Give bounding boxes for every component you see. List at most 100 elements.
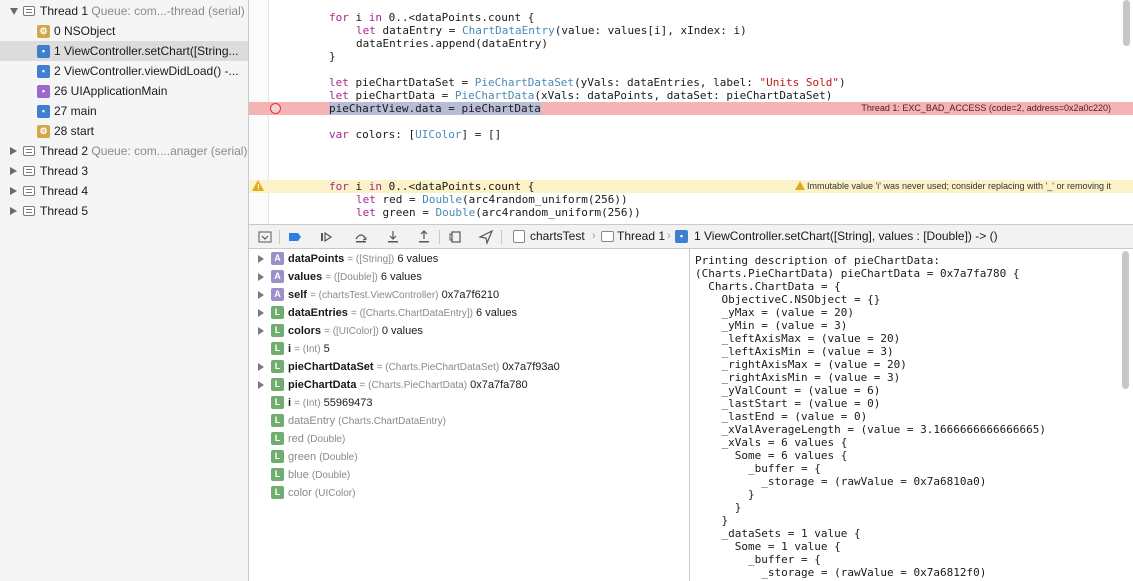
stack-frame-row[interactable]: ▪ 26 UIApplicationMain [0,81,248,101]
stack-frame-row[interactable]: ⚙ 0 NSObject [0,21,248,41]
thread-name: Thread 4 [40,184,89,198]
variable-row[interactable]: Lcolors = ([UIColor]) 0 values [249,322,689,340]
variable-row[interactable]: Li = (Int) 5 [249,340,689,358]
thread-row[interactable]: Thread 4 [0,181,248,201]
disclosure-open-icon[interactable] [10,8,18,15]
local-variable-icon: L [271,324,284,337]
error-line[interactable]: pieChartView.data = pieChartData Thread 1… [249,102,1133,115]
console-line: _lastStart = (value = 0) [695,397,881,410]
code-line[interactable] [249,141,1133,154]
step-over-icon[interactable] [353,229,369,245]
variable-row[interactable]: Lred (Double) [249,430,689,448]
breadcrumb-separator-icon: › [667,230,671,242]
variable-name: self [288,289,307,301]
disclosure-closed-icon[interactable] [258,291,264,299]
variable-row[interactable]: AdataPoints = ([String]) 6 values [249,250,689,268]
error-indicator-icon[interactable] [270,103,281,114]
variable-row[interactable]: Li = (Int) 55969473 [249,394,689,412]
thread-label: Thread 3 [40,161,88,181]
disclosure-closed-icon[interactable] [258,381,264,389]
code-line[interactable]: let dataEntry = ChartDataEntry(value: va… [249,24,1133,37]
console-line: _dataSets = 1 value { [695,527,861,540]
code-line[interactable] [249,154,1133,167]
warning-line[interactable]: for i in 0..<dataPoints.count {Immutable… [249,180,1133,194]
variable-row[interactable]: LpieChartData = (Charts.PieChartData) 0x… [249,376,689,394]
code-token: Double [435,206,476,219]
hide-debug-area-icon[interactable] [257,229,273,245]
code-token: let [329,76,349,89]
variable-value: 6 values [397,253,439,265]
code-line[interactable]: var colors: [UIColor] = [] [249,128,1133,141]
step-into-icon[interactable] [385,229,401,245]
disclosure-closed-icon[interactable] [10,207,17,215]
variable-row[interactable]: LdataEntry (Charts.ChartDataEntry) [249,412,689,430]
debug-view-hierarchy-icon[interactable] [448,229,464,245]
variable-row[interactable]: Aself = (chartsTest.ViewController) 0x7a… [249,286,689,304]
variable-row[interactable]: Avalues = ([Double]) 6 values [249,268,689,286]
variable-row[interactable]: Lcolor (UIColor) [249,484,689,502]
disclosure-closed-icon[interactable] [258,363,264,371]
console-line: _yMax = (value = 20) [695,306,854,319]
code-line[interactable]: let green = Double(arc4random_uniform(25… [249,206,1133,219]
code-line[interactable] [249,167,1133,180]
variable-row[interactable]: LdataEntries = ([Charts.ChartDataEntry])… [249,304,689,322]
breakpoints-toggle-icon[interactable] [287,229,303,245]
thread-row[interactable]: Thread 2 Queue: com....anager (serial) [0,141,248,161]
stack-frame-row[interactable]: ⚙ 28 start [0,121,248,141]
code-token: for [329,11,349,24]
disclosure-closed-icon[interactable] [258,273,264,281]
thread-row[interactable]: Thread 3 [0,161,248,181]
variable-value: 0x7a7f93a0 [502,361,560,373]
person-icon: ▪ [37,45,50,58]
stack-frame-row[interactable]: ▪ 1 ViewController.setChart([String... [0,41,248,61]
variable-row[interactable]: Lblue (Double) [249,466,689,484]
thread-row[interactable]: Thread 1 Queue: com...-thread (serial) [0,1,248,21]
disclosure-closed-icon[interactable] [10,167,17,175]
code-line[interactable]: let pieChartData = PieChartData(xVals: d… [249,89,1133,102]
disclosure-closed-icon[interactable] [258,309,264,317]
disclosure-closed-icon[interactable] [258,327,264,335]
warning-icon[interactable] [252,180,264,194]
local-variable-icon: L [271,396,284,409]
disclosure-closed-icon[interactable] [10,187,17,195]
breadcrumb-thread[interactable]: Thread 1 [617,225,665,248]
simulate-location-icon[interactable] [478,229,494,246]
code-token: pieChartView.data = pieChartData [329,102,541,115]
code-editor[interactable]: for i in 0..<dataPoints.count {let dataE… [249,0,1133,224]
code-line[interactable]: let pieChartDataSet = PieChartDataSet(yV… [249,76,1133,89]
disclosure-closed-icon[interactable] [10,147,17,155]
debug-navigator: Thread 1 Queue: com...-thread (serial) ⚙ 0… [0,0,249,581]
console-scrollbar[interactable] [1122,251,1129,389]
variable-name: green [288,451,317,463]
breadcrumb-target[interactable]: chartsTest [530,225,585,248]
code-line[interactable]: dataEntries.append(dataEntry) [249,37,1133,50]
continue-icon[interactable] [319,229,335,245]
code-token: (arc4random_uniform(256)) [475,206,641,219]
editor-scrollbar[interactable] [1123,0,1130,46]
code-line[interactable] [249,115,1133,128]
variable-text: color (UIColor) [288,484,355,503]
variable-name: values [288,271,323,283]
code-line[interactable]: for i in 0..<dataPoints.count { [249,11,1133,24]
stack-frame-row[interactable]: ▪ 2 ViewController.viewDidLoad() -... [0,61,248,81]
variable-row[interactable]: Lgreen (Double) [249,448,689,466]
stack-frame-row[interactable]: ▪ 27 main [0,101,248,121]
debug-console[interactable]: Printing description of pieChartData: (Ch… [691,249,1133,581]
code-token: (yVals: dataEntries, label: [574,76,760,89]
code-line[interactable] [249,63,1133,76]
variable-row[interactable]: LpieChartDataSet = (Charts.PieChartDataS… [249,358,689,376]
disclosure-closed-icon[interactable] [258,255,264,263]
local-variable-icon: L [271,468,284,481]
code-line[interactable]: } [249,50,1133,63]
gear-icon: ⚙ [37,125,50,138]
thread-name: Thread 2 [40,144,89,158]
console-line: Charts.ChartData = { [695,280,841,293]
thread-row[interactable]: Thread 5 [0,201,248,221]
thread-label: Thread 5 [40,201,88,221]
breadcrumb-frame[interactable]: 1 ViewController.setChart([String], valu… [694,225,998,248]
variable-type: = ([String]) [347,254,395,265]
code-token: in [368,180,382,193]
variable-value: 0x7a7f6210 [441,289,500,301]
step-out-icon[interactable] [416,229,432,245]
code-line[interactable]: let red = Double(arc4random_uniform(256)… [249,193,1133,206]
